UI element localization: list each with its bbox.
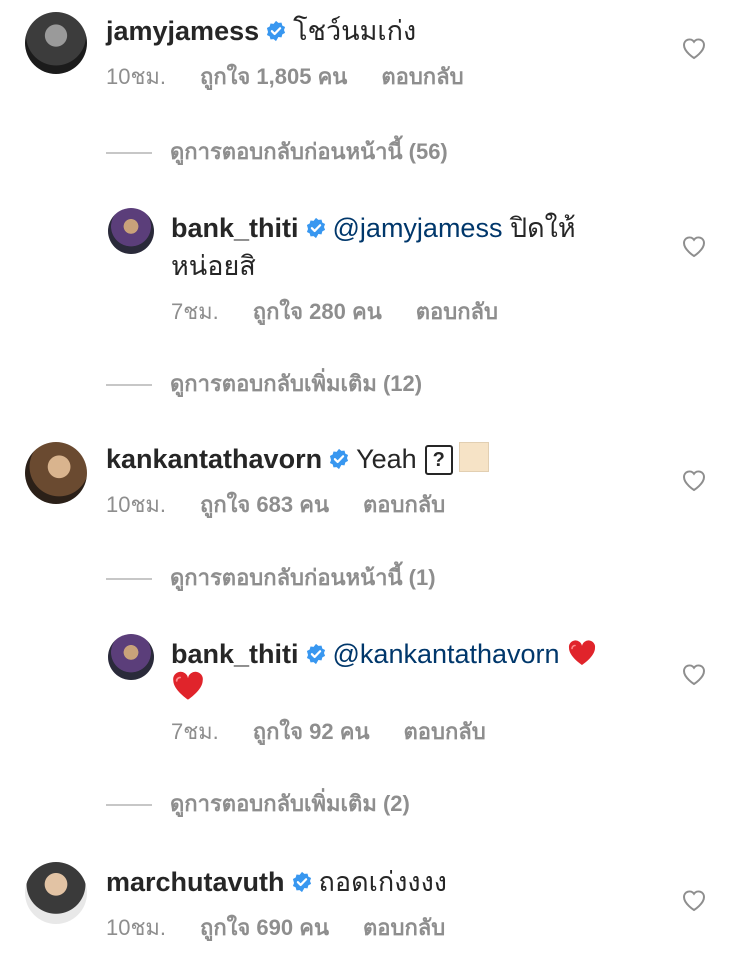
avatar-marchutavuth[interactable] xyxy=(25,862,87,924)
comment-2-reply-button[interactable]: ตอบกลับ xyxy=(363,492,445,517)
view-previous-replies-1[interactable]: ดูการตอบกลับก่อนหน้านี้ (56) xyxy=(106,138,448,166)
like-heart-icon[interactable] xyxy=(681,234,707,258)
comment-3-meta: 10ชม. ถูกใจ 690 คน ตอบกลับ xyxy=(106,914,445,942)
reply-2-likes[interactable]: ถูกใจ 92 คน xyxy=(253,719,370,744)
view-previous-replies-2[interactable]: ดูการตอบกลับก่อนหน้านี้ (1) xyxy=(106,564,436,592)
reply-1-reply-button[interactable]: ตอบกลับ xyxy=(416,299,498,324)
view-more-replies-1-label: ดูการตอบกลับเพิ่มเติม (12) xyxy=(170,371,423,396)
comment-1-time: 10ชม. xyxy=(106,64,167,89)
like-heart-icon[interactable] xyxy=(681,468,707,492)
avatar-bank_thiti[interactable] xyxy=(108,208,154,254)
verified-badge-icon xyxy=(291,871,313,893)
like-heart-icon[interactable] xyxy=(681,888,707,912)
reply-1-text: ปิดให้ xyxy=(509,213,576,243)
reply-1-line: bank_thiti @jamyjamess ปิดให้ xyxy=(171,210,576,246)
verified-badge-icon xyxy=(305,217,327,239)
comment-1-likes[interactable]: ถูกใจ 1,805 คน xyxy=(200,64,347,89)
avatar-jamyjamess[interactable] xyxy=(25,12,87,74)
comment-1-meta: 10ชม. ถูกใจ 1,805 คน ตอบกลับ xyxy=(106,63,464,91)
reply-1-text-2: หน่อยสิ xyxy=(171,251,256,281)
reply-1-meta: 7ชม. ถูกใจ 280 คน ตอบกลับ xyxy=(171,298,498,326)
reply-2-meta: 7ชม. ถูกใจ 92 คน ตอบกลับ xyxy=(171,718,486,746)
comment-1-text: โชว์นมเก่ง xyxy=(293,16,417,46)
reply-1-username[interactable]: bank_thiti xyxy=(171,213,299,243)
comment-2-username[interactable]: kankantathavorn xyxy=(106,444,322,474)
unknown-glyph-icon: ? xyxy=(424,445,453,475)
verified-badge-icon xyxy=(328,448,350,470)
reply-1-time: 7ชม. xyxy=(171,299,219,324)
comment-3-username[interactable]: marchutavuth xyxy=(106,867,285,897)
view-more-replies-2[interactable]: ดูการตอบกลับเพิ่มเติม (2) xyxy=(106,790,410,818)
reply-1-likes[interactable]: ถูกใจ 280 คน xyxy=(253,299,382,324)
like-heart-icon[interactable] xyxy=(681,662,707,686)
comment-3-likes[interactable]: ถูกใจ 690 คน xyxy=(200,915,329,940)
reply-2-line: bank_thiti @kankantathavorn xyxy=(171,636,597,672)
reply-2-time: 7ชม. xyxy=(171,719,219,744)
comment-1-username[interactable]: jamyjamess xyxy=(106,16,259,46)
reply-1-line-2: หน่อยสิ xyxy=(171,248,256,284)
comment-1-reply-button[interactable]: ตอบกลับ xyxy=(381,64,463,89)
comment-2-meta: 10ชม. ถูกใจ 683 คน ตอบกลับ xyxy=(106,491,445,519)
reply-2-username[interactable]: bank_thiti xyxy=(171,639,299,669)
comment-3-line: marchutavuth ถอดเก่งงงง xyxy=(106,864,447,900)
comment-2-time: 10ชม. xyxy=(106,492,167,517)
comment-2-likes[interactable]: ถูกใจ 683 คน xyxy=(200,492,329,517)
reply-1-mention[interactable]: @jamyjamess xyxy=(333,213,503,243)
view-more-replies-1[interactable]: ดูการตอบกลับเพิ่มเติม (12) xyxy=(106,370,422,398)
verified-badge-icon xyxy=(305,643,327,665)
view-previous-replies-1-label: ดูการตอบกลับก่อนหน้านี้ (56) xyxy=(170,139,448,164)
reply-2-line-2 xyxy=(171,670,205,707)
verified-badge-icon xyxy=(265,20,287,42)
reply-2-mention[interactable]: @kankantathavorn xyxy=(333,639,560,669)
comment-3-text: ถอดเก่งงงง xyxy=(318,867,447,897)
color-swatch-emoji xyxy=(458,442,489,472)
like-heart-icon[interactable] xyxy=(681,36,707,60)
avatar-bank_thiti[interactable] xyxy=(108,634,154,680)
comment-1-line: jamyjamess โชว์นมเก่ง xyxy=(106,13,416,49)
comment-3-reply-button[interactable]: ตอบกลับ xyxy=(363,915,445,940)
comment-2-text: Yeah xyxy=(356,444,417,474)
red-heart-emoji-icon xyxy=(567,639,597,667)
comment-2-line: kankantathavorn Yeah? xyxy=(106,441,489,477)
red-heart-emoji-icon xyxy=(171,670,205,702)
reply-2-reply-button[interactable]: ตอบกลับ xyxy=(404,719,486,744)
view-more-replies-2-label: ดูการตอบกลับเพิ่มเติม (2) xyxy=(170,791,410,816)
view-previous-replies-2-label: ดูการตอบกลับก่อนหน้านี้ (1) xyxy=(170,565,436,590)
avatar-kankantathavorn[interactable] xyxy=(25,442,87,504)
comment-3-time: 10ชม. xyxy=(106,915,167,940)
